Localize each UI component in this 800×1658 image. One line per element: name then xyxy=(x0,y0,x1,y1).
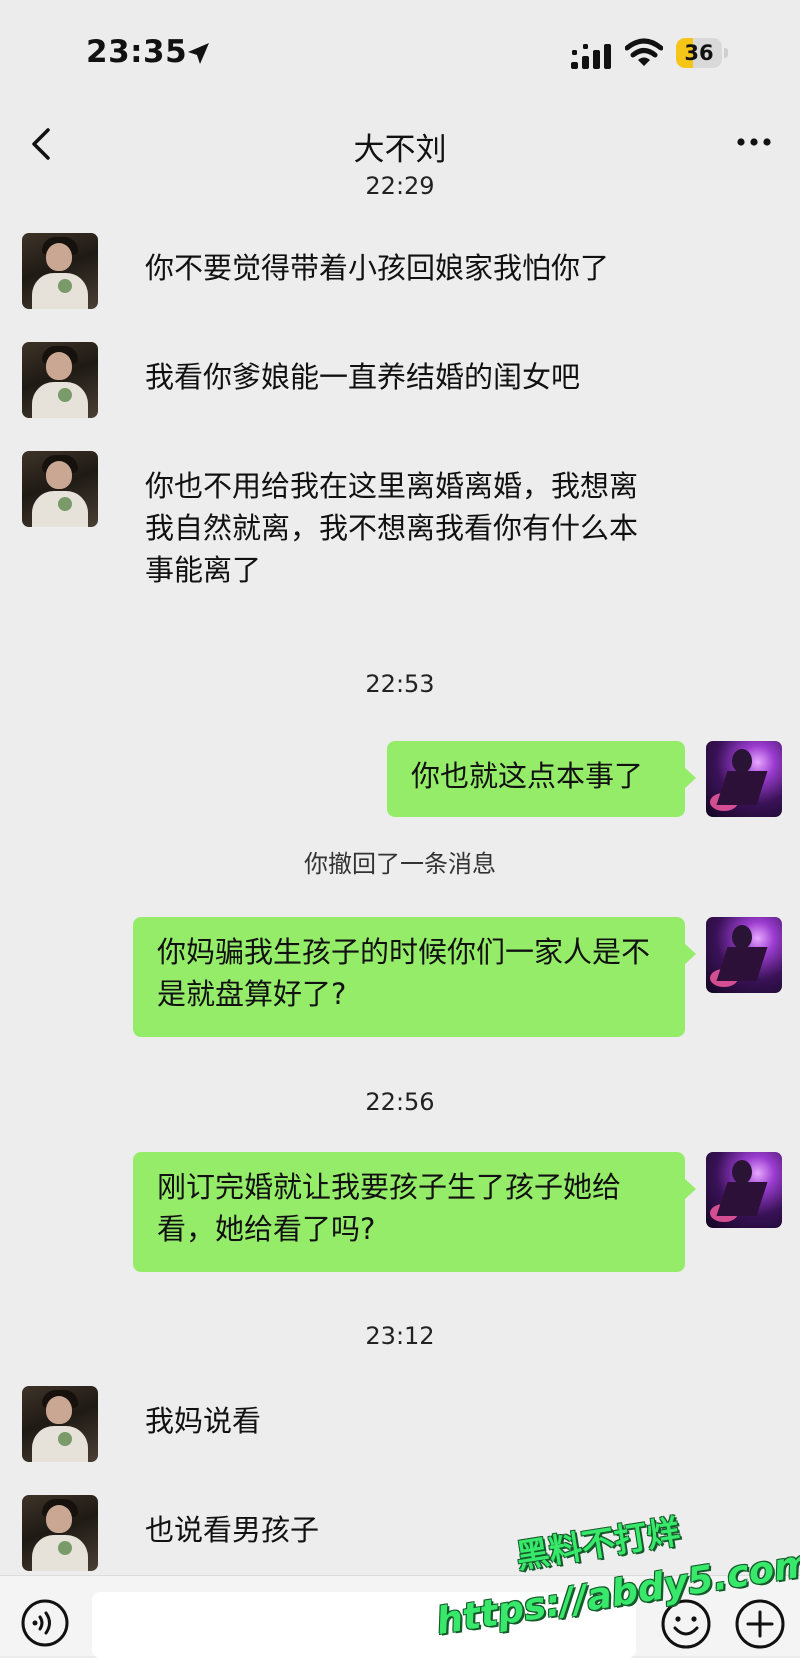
contact-avatar[interactable] xyxy=(22,233,98,309)
incoming-message[interactable]: 你不要觉得带着小孩回娘家我怕你了 xyxy=(145,247,685,289)
incoming-message[interactable]: 你也不用给我在这里离婚离婚，我想离我自然就离，我不想离我看你有什么本事能离了 xyxy=(145,465,650,591)
my-avatar[interactable] xyxy=(706,917,782,993)
status-bar: 23:35 36 xyxy=(0,0,800,110)
timestamp: 22:29 xyxy=(365,172,435,200)
battery-indicator: 36 xyxy=(676,38,732,68)
outgoing-message[interactable]: 刚订完婚就让我要孩子生了孩子她给看，她给看了吗? xyxy=(133,1152,696,1272)
status-time: 23:35 xyxy=(86,34,188,70)
timestamp: 22:56 xyxy=(365,1088,435,1116)
incoming-message[interactable]: 我妈说看 xyxy=(145,1400,685,1442)
battery-level-text: 36 xyxy=(684,41,714,65)
chat-message-list[interactable]: 22:29 你不要觉得带着小孩回娘家我怕你了 我看你爹娘能一直养结婚的闺女吧 你… xyxy=(0,172,800,1580)
my-avatar[interactable] xyxy=(706,1152,782,1228)
outgoing-message[interactable]: 你也就这点本事了 xyxy=(387,741,696,817)
outgoing-message[interactable]: 你妈骗我生孩子的时候你们一家人是不是就盘算好了? xyxy=(133,917,696,1037)
plus-icon[interactable] xyxy=(734,1598,786,1650)
signal-icon xyxy=(571,44,611,69)
contact-avatar[interactable] xyxy=(22,451,98,527)
back-chevron-icon[interactable] xyxy=(26,124,56,164)
contact-avatar[interactable] xyxy=(22,1495,98,1571)
my-avatar[interactable] xyxy=(706,741,782,817)
contact-avatar[interactable] xyxy=(22,1386,98,1462)
incoming-message[interactable]: 我看你爹娘能一直养结婚的闺女吧 xyxy=(145,356,685,398)
wifi-icon xyxy=(625,38,663,66)
recall-notice: 你撤回了一条消息 xyxy=(304,850,496,878)
location-arrow-icon xyxy=(188,43,209,64)
timestamp: 23:12 xyxy=(365,1322,435,1350)
voice-icon[interactable] xyxy=(20,1598,70,1648)
timestamp: 22:53 xyxy=(365,670,435,698)
contact-avatar[interactable] xyxy=(22,342,98,418)
more-dots-icon[interactable] xyxy=(736,135,772,149)
chat-title: 大不刘 xyxy=(353,132,447,168)
